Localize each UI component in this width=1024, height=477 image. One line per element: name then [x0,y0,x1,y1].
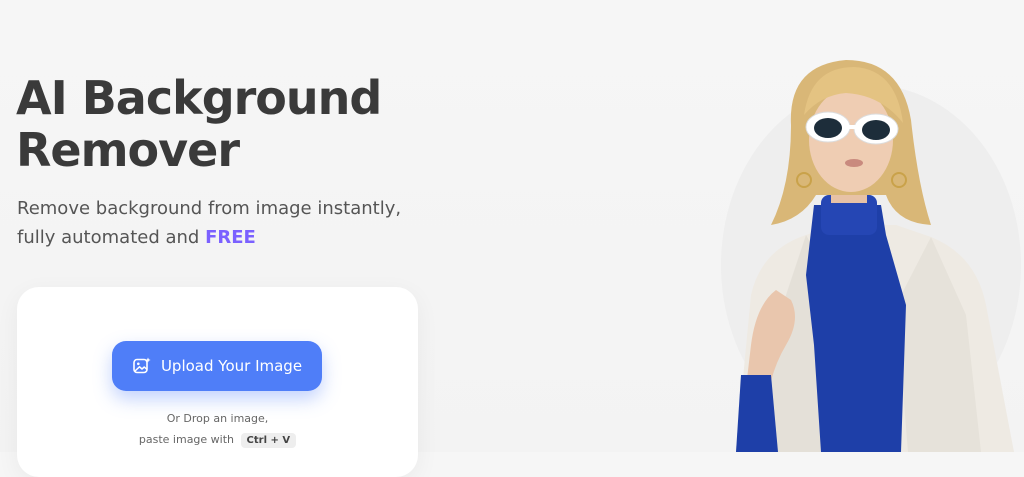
subtitle: Remove background from image instantly, … [17,194,401,252]
subtitle-line-1: Remove background from image instantly, [17,198,402,219]
drop-hint: Or Drop an image, [166,412,269,425]
page-title: AI Background Remover [16,71,382,177]
subtitle-line-2-text: fully automated and [17,227,206,248]
free-highlight: FREE [205,227,256,248]
image-sparkle-icon [132,356,152,376]
shortcut-key-badge: Ctrl + V [240,433,297,448]
woman-with-white-sunglasses [696,45,1024,452]
upload-card[interactable]: Upload Your Image Or Drop an image, past… [17,287,418,477]
upload-image-button[interactable]: Upload Your Image [112,341,322,391]
upload-button-label: Upload Your Image [160,357,303,375]
paste-hint: paste image with [138,433,235,446]
paste-hint-line: paste image with Ctrl + V [17,433,418,448]
title-line-1: AI Background [16,71,382,125]
subtitle-line-2: fully automated and FREE [17,223,401,252]
title-line-2: Remover [16,123,240,177]
